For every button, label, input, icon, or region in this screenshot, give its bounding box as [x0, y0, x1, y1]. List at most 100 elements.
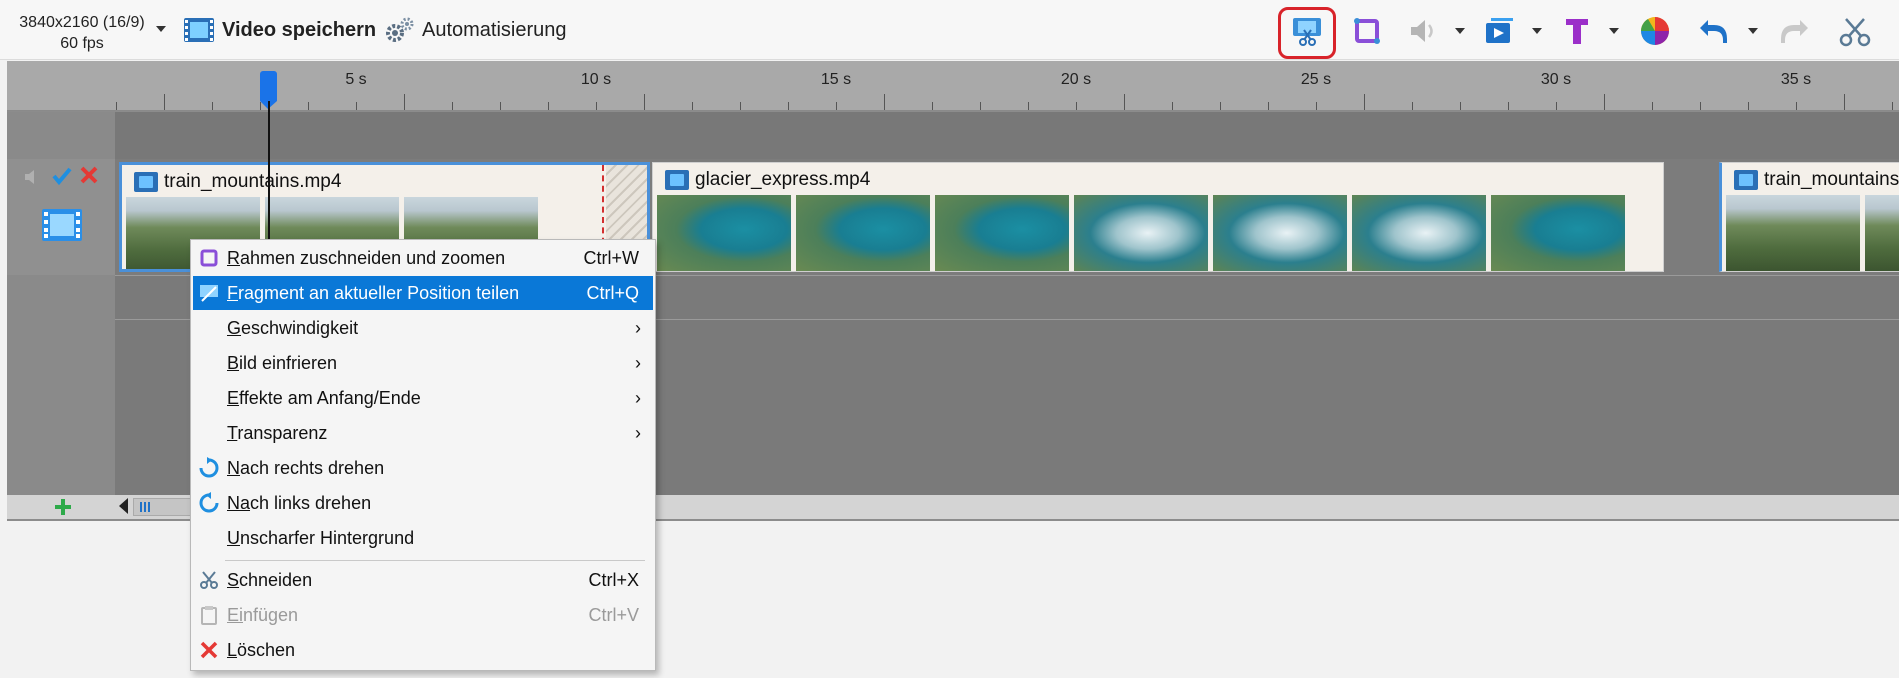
menu-label: Nach links drehen — [227, 492, 372, 513]
menu-item-rotate-right[interactable]: Nach rechts drehen — [193, 451, 653, 485]
ruler-tick — [1220, 102, 1221, 110]
crop-icon[interactable] — [1350, 14, 1384, 48]
menu-item-cut[interactable]: Schneiden Ctrl+X — [193, 563, 653, 597]
text-dropdown-icon[interactable] — [1609, 28, 1619, 34]
clip-name: train_mountains.mp4 — [1764, 169, 1899, 190]
ruler-tick — [404, 94, 405, 110]
ruler-tick — [548, 102, 549, 110]
delete-track-icon[interactable] — [79, 165, 99, 185]
menu-item-transparency[interactable]: Transparenz › — [193, 416, 653, 450]
ruler-tick — [1124, 94, 1125, 110]
add-track-icon[interactable] — [53, 497, 73, 517]
ruler-label-10s: 10 s — [580, 71, 612, 88]
gears-icon — [386, 17, 414, 42]
ruler-tick — [1604, 94, 1605, 110]
menu-label: Löschen — [227, 639, 296, 660]
menu-label: Geschwindigkeit — [227, 317, 359, 338]
main-toolbar: 3840x2160 (16/9) 60 fps Video speichern … — [0, 0, 1899, 60]
film-icon — [134, 172, 158, 192]
ruler-tick — [788, 102, 789, 110]
format-dropdown-arrow-icon[interactable] — [156, 26, 166, 32]
crop-icon — [197, 248, 221, 268]
volume-icon[interactable] — [1406, 14, 1440, 48]
split-fragment-icon — [197, 283, 221, 303]
text-icon[interactable] — [1560, 14, 1594, 48]
clip-context-menu: Rahmen zuschneiden und zoomen Ctrl+W Fra… — [190, 239, 656, 671]
time-ruler[interactable]: 5 s 10 s 15 s 20 s 25 s 30 s 35 s — [7, 61, 1899, 111]
ruler-tick — [596, 102, 597, 110]
menu-item-paste[interactable]: Einfügen Ctrl+V — [193, 598, 653, 632]
menu-item-rotate-left[interactable]: Nach links drehen — [193, 486, 653, 520]
video-track-icon — [42, 209, 82, 241]
menu-label: Effekte am Anfang/Ende — [227, 387, 421, 408]
project-format-selector[interactable]: 3840x2160 (16/9) 60 fps — [10, 12, 154, 54]
ruler-label-5s: 5 s — [345, 71, 367, 88]
ruler-tick — [1508, 102, 1509, 110]
scroll-left-arrow-icon[interactable] — [119, 498, 128, 514]
menu-item-freeze-frame[interactable]: Bild einfrieren › — [193, 346, 653, 380]
thumbnail — [1213, 195, 1347, 271]
ruler-tick — [164, 94, 165, 110]
menu-shortcut: Ctrl+Q — [586, 282, 639, 303]
lock-check-icon[interactable] — [51, 165, 73, 187]
ruler-tick — [1748, 102, 1749, 110]
video-clip-train-mountains-2[interactable]: train_mountains.mp4 — [1719, 162, 1899, 272]
ruler-tick — [1556, 102, 1557, 110]
submenu-arrow-icon: › — [635, 352, 641, 373]
scissors-icon[interactable] — [1838, 14, 1872, 48]
menu-shortcut: Ctrl+W — [583, 247, 640, 268]
ruler-tick — [1076, 102, 1077, 110]
highlight-frame — [1278, 7, 1336, 59]
menu-label: Bild einfrieren — [227, 352, 338, 373]
menu-item-speed[interactable]: Geschwindigkeit › — [193, 311, 653, 345]
redo-icon[interactable] — [1778, 14, 1812, 48]
menu-shortcut: Ctrl+V — [588, 604, 639, 625]
fps-label: 60 fps — [60, 35, 104, 52]
ruler-tick — [1460, 102, 1461, 110]
ruler-label-35s: 35 s — [1780, 71, 1812, 88]
video-clip-glacier-express[interactable]: glacier_express.mp4 — [652, 162, 1664, 272]
ruler-tick — [116, 102, 117, 110]
ruler-tick — [884, 94, 885, 110]
clip-thumbnails — [1726, 195, 1899, 271]
ruler-tick — [1844, 94, 1845, 110]
undo-icon[interactable] — [1696, 14, 1730, 48]
menu-item-blur-background[interactable]: Unscharfer Hintergrund — [193, 521, 653, 555]
ruler-tick — [1268, 102, 1269, 110]
track-lane-top[interactable] — [115, 112, 1899, 159]
delete-icon — [197, 640, 221, 660]
menu-label: Transparenz — [227, 422, 328, 443]
menu-label: Rahmen zuschneiden und zoomen — [227, 247, 506, 268]
clip-title: train_mountains.mp4 — [134, 171, 341, 193]
ruler-tick — [644, 94, 645, 110]
menu-item-split-fragment[interactable]: Fragment an aktueller Position teilen Ct… — [193, 276, 653, 310]
menu-shortcut: Ctrl+X — [588, 569, 639, 590]
automation-button[interactable]: Automatisierung — [384, 14, 567, 46]
resolution-label: 3840x2160 (16/9) — [19, 14, 145, 31]
ruler-tick — [1364, 94, 1365, 110]
submenu-arrow-icon: › — [635, 317, 641, 338]
submenu-arrow-icon: › — [635, 387, 641, 408]
film-icon — [1734, 170, 1758, 190]
thumbnail — [1726, 195, 1860, 271]
ruler-tick — [980, 102, 981, 110]
paste-icon — [197, 605, 221, 625]
menu-item-delete[interactable]: Löschen — [193, 633, 653, 667]
track-header-2 — [7, 275, 115, 319]
ruler-tick — [692, 102, 693, 110]
volume-dropdown-icon[interactable] — [1455, 28, 1465, 34]
ruler-tick — [452, 102, 453, 110]
transition-dropdown-icon[interactable] — [1532, 28, 1542, 34]
menu-item-crop-zoom[interactable]: Rahmen zuschneiden und zoomen Ctrl+W — [193, 241, 653, 275]
playhead-handle[interactable] — [260, 71, 277, 109]
menu-item-effects-start-end[interactable]: Effekte am Anfang/Ende › — [193, 381, 653, 415]
color-wheel-icon[interactable] — [1638, 14, 1672, 48]
track-header-top — [7, 112, 115, 159]
save-video-button[interactable]: Video speichern — [182, 14, 376, 46]
ruler-tick — [1412, 102, 1413, 110]
clip-title: train_mountains.mp4 — [1734, 169, 1899, 191]
undo-dropdown-icon[interactable] — [1748, 28, 1758, 34]
transition-icon[interactable] — [1482, 14, 1516, 48]
menu-label: Fragment an aktueller Position teilen — [227, 282, 520, 303]
mute-speaker-icon[interactable] — [23, 167, 43, 187]
